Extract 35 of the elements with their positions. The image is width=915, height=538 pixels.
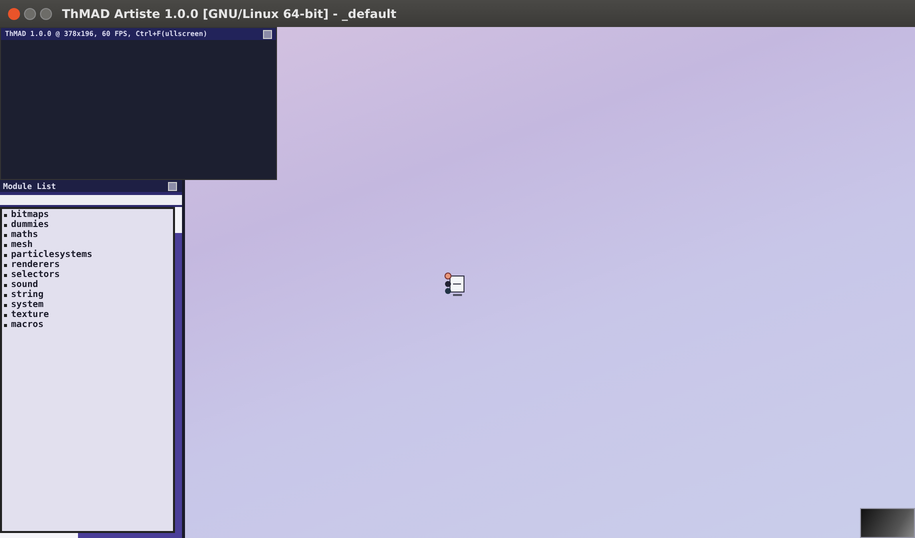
panel-title: Module List bbox=[3, 182, 56, 190]
close-icon[interactable] bbox=[263, 30, 272, 38]
close-icon[interactable] bbox=[168, 182, 177, 190]
bullet-icon bbox=[4, 304, 7, 306]
bullet-icon bbox=[4, 214, 7, 216]
bullet-icon bbox=[4, 264, 7, 266]
scrollbar[interactable] bbox=[0, 533, 182, 538]
list-item[interactable]: string bbox=[11, 290, 44, 300]
list-item[interactable]: sound bbox=[11, 280, 38, 290]
list-item[interactable]: dummies bbox=[11, 220, 49, 230]
scrollbar[interactable] bbox=[175, 207, 182, 533]
bullet-icon bbox=[4, 274, 7, 276]
list-item[interactable]: mesh bbox=[11, 240, 33, 250]
list-item[interactable]: selectors bbox=[11, 270, 60, 280]
maximize-icon[interactable] bbox=[40, 8, 52, 20]
bullet-icon bbox=[4, 224, 7, 226]
bullet-icon bbox=[4, 234, 7, 236]
list-item[interactable]: texture bbox=[11, 310, 49, 320]
bullet-icon bbox=[4, 324, 7, 326]
window-title: ThMAD Artiste 1.0.0 [GNU/Linux 64-bit] - _default bbox=[62, 6, 396, 20]
node-drawing[interactable] bbox=[444, 272, 466, 298]
list-item[interactable]: system bbox=[11, 300, 44, 310]
bullet-icon bbox=[4, 314, 7, 316]
list-item[interactable]: renderers bbox=[11, 260, 60, 270]
bullet-icon bbox=[4, 254, 7, 256]
filter-field[interactable] bbox=[0, 195, 182, 205]
bullet-icon bbox=[4, 244, 7, 246]
list-item[interactable]: particlesystems bbox=[11, 250, 92, 260]
list-item[interactable]: macros bbox=[11, 320, 44, 330]
bullet-icon bbox=[4, 284, 7, 286]
list-item[interactable]: maths bbox=[11, 230, 38, 240]
minimize-icon[interactable] bbox=[24, 8, 36, 20]
list-item[interactable]: bitmaps bbox=[11, 210, 49, 220]
bullet-icon bbox=[4, 294, 7, 296]
resize-handle[interactable] bbox=[860, 508, 915, 538]
